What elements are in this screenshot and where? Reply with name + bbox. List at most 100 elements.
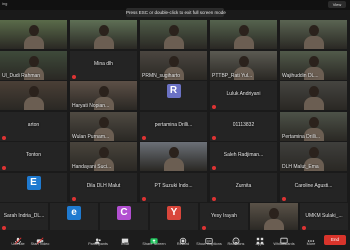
- participant-tile[interactable]: [0, 81, 67, 110]
- participant-tile[interactable]: Mina dlh: [70, 50, 137, 80]
- participant-name: PTTBP_Rati Yul...: [212, 72, 253, 79]
- participant-silhouette: [28, 86, 39, 97]
- toolbar-label: More: [306, 242, 316, 246]
- participant-silhouette: [98, 116, 109, 128]
- mic-icon: [14, 232, 22, 245]
- participant-name: Saleh Radjiman...: [223, 152, 264, 158]
- participant-tile[interactable]: Haryati Nopian...: [70, 81, 137, 110]
- participant-tile[interactable]: [0, 20, 67, 49]
- record-button[interactable]: Record: [169, 232, 197, 246]
- participant-tile[interactable]: Dila DLH Malut: [70, 172, 137, 202]
- participant-tile[interactable]: Wajihuddin DL...: [280, 50, 347, 80]
- participant-tile[interactable]: pertamina Drilli...: [140, 111, 207, 141]
- participant-silhouette: [308, 25, 319, 36]
- whiteboard-icon: [280, 232, 288, 245]
- participant-name: UMKM Sulaki_...: [305, 213, 343, 219]
- participant-tile[interactable]: PT Suzuki Indo...: [140, 172, 207, 202]
- mic-muted-icon: [212, 105, 216, 109]
- participant-name: DLH Malut_Ema: [282, 164, 319, 170]
- mic-muted-icon: [282, 196, 286, 201]
- participant-body: [23, 97, 44, 110]
- toolbar-label: Whiteboards: [273, 242, 295, 246]
- participant-tile[interactable]: DLH Malut_Ema: [280, 142, 347, 171]
- mic-muted-icon: [212, 166, 216, 170]
- participant-name: Zurnita: [235, 182, 252, 189]
- video-icon: [36, 232, 44, 245]
- participant-tile[interactable]: 01113832: [210, 111, 277, 141]
- participant-tile[interactable]: [280, 81, 347, 110]
- mic-muted-icon: [72, 196, 76, 201]
- avatar: e: [67, 206, 81, 220]
- participant-name: Pertamina Drilli...: [282, 133, 321, 140]
- mic-muted-icon: [2, 166, 6, 170]
- whiteboards-button[interactable]: Whiteboards: [270, 232, 298, 246]
- view-button[interactable]: View: [328, 1, 346, 8]
- participant-tile[interactable]: [140, 20, 207, 49]
- participant-name: arton: [27, 121, 40, 128]
- participant-silhouette: [98, 86, 109, 97]
- participant-body: [23, 36, 44, 49]
- participant-tile[interactable]: PTTBP_Rati Yul...: [210, 50, 277, 80]
- participant-tile[interactable]: [280, 20, 347, 49]
- participant-body: [163, 158, 184, 171]
- toolbar-label: Record: [176, 242, 190, 246]
- share-screen-button[interactable]: Share Screen: [140, 232, 168, 246]
- participant-tile[interactable]: Wulan Purnam...: [70, 111, 137, 141]
- participant-tile[interactable]: R: [140, 81, 207, 110]
- start-video-button[interactable]: Start Video: [26, 232, 54, 246]
- reactions-icon: [232, 232, 240, 245]
- avatar: C: [117, 206, 131, 220]
- participant-tile[interactable]: Handayani Suci...: [70, 142, 137, 171]
- participant-tile[interactable]: E: [0, 172, 67, 202]
- participant-silhouette: [308, 116, 319, 128]
- end-meeting-button[interactable]: End: [324, 235, 346, 245]
- participant-tile[interactable]: e: [50, 203, 98, 231]
- participant-tile[interactable]: PRMN_sugiharto: [140, 50, 207, 80]
- participant-silhouette: [168, 25, 179, 36]
- participant-tile[interactable]: arton: [0, 111, 67, 141]
- avatar: R: [166, 84, 181, 98]
- participant-tile[interactable]: [70, 20, 137, 49]
- participant-tile[interactable]: Sarah Indria_DL...: [0, 203, 48, 231]
- participant-tile[interactable]: Luluk Andriyani: [210, 81, 277, 110]
- participants-button[interactable]: Participants: [84, 232, 112, 246]
- participant-tile[interactable]: Ul_Dudi Rahman: [0, 50, 67, 80]
- participant-tile[interactable]: C: [100, 203, 148, 231]
- participant-silhouette: [238, 25, 249, 36]
- show-captions-button[interactable]: CC Show Captions: [195, 232, 223, 246]
- toolbar-label: Start Video: [30, 242, 50, 246]
- participant-tile[interactable]: Saleh Radjiman...: [210, 142, 277, 171]
- fullscreen-notice: Press ESC or double-click to exit full s…: [126, 8, 226, 17]
- more-button[interactable]: More: [297, 232, 325, 246]
- participant-silhouette: [308, 55, 319, 67]
- participant-tile[interactable]: [140, 142, 207, 171]
- apps-icon: [256, 232, 264, 245]
- participant-tile[interactable]: Caroline Agusti...: [280, 172, 347, 202]
- participant-body: [233, 36, 254, 49]
- participant-tile[interactable]: [250, 203, 298, 231]
- more-icon: [307, 232, 315, 242]
- participant-tile[interactable]: Yesy Irayah: [200, 203, 248, 231]
- participant-name: 01113832: [232, 121, 255, 128]
- participant-name: Handayani Suci...: [72, 164, 112, 170]
- avatar: Y: [167, 206, 181, 220]
- recording-label: ing: [2, 1, 8, 6]
- participant-name: Mina dlh: [94, 60, 113, 67]
- participant-name: Yesy Irayah: [211, 213, 237, 219]
- participant-tile[interactable]: UMKM Sulaki_...: [300, 203, 348, 231]
- chat-button[interactable]: Chat: [111, 232, 139, 246]
- meeting-toolbar: End Unmute Start Video Participants Chat Sha…: [0, 230, 350, 250]
- participant-silhouette: [168, 55, 179, 67]
- participant-tile[interactable]: [210, 20, 277, 49]
- participant-silhouette: [168, 147, 179, 158]
- share-screen-icon: [150, 232, 158, 244]
- participant-tile[interactable]: Zurnita: [210, 172, 277, 202]
- participant-silhouette: [28, 55, 39, 67]
- participants-icon: [94, 232, 102, 244]
- toolbar-label: Chat: [120, 242, 130, 246]
- participant-tile[interactable]: Y: [150, 203, 198, 231]
- participant-tile[interactable]: Pertamina Drilli...: [280, 111, 347, 141]
- participant-silhouette: [28, 25, 39, 36]
- toolbar-label: Share Screen: [142, 242, 166, 246]
- participant-tile[interactable]: Tonton: [0, 142, 67, 171]
